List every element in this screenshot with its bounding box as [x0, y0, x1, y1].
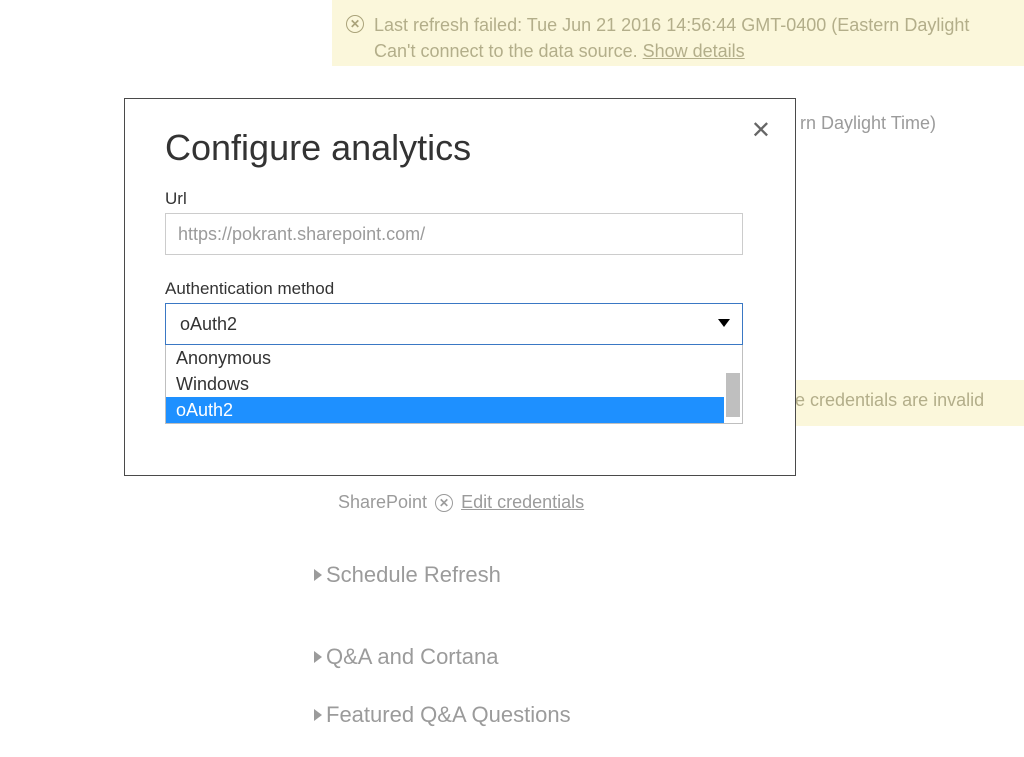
section-qna-cortana[interactable]: Q&A and Cortana — [314, 644, 498, 670]
datasource-error-icon — [435, 494, 453, 512]
error-icon — [346, 15, 364, 33]
auth-method-selected-value: oAuth2 — [180, 314, 237, 335]
caret-right-icon — [314, 569, 322, 581]
auth-option-oauth2[interactable]: oAuth2 — [166, 397, 724, 423]
chevron-down-icon — [718, 319, 730, 327]
section-label: Q&A and Cortana — [326, 644, 498, 670]
auth-method-label: Authentication method — [165, 279, 755, 299]
refresh-error-banner: Last refresh failed: Tue Jun 21 2016 14:… — [332, 0, 1024, 66]
close-icon[interactable]: ✕ — [751, 119, 771, 143]
section-label: Featured Q&A Questions — [326, 702, 571, 728]
section-featured-qna[interactable]: Featured Q&A Questions — [314, 702, 571, 728]
url-label: Url — [165, 189, 755, 209]
show-details-link[interactable]: Show details — [643, 41, 745, 61]
auth-option-windows[interactable]: Windows — [166, 371, 724, 397]
auth-method-select[interactable]: oAuth2 — [165, 303, 743, 345]
section-schedule-refresh[interactable]: Schedule Refresh — [314, 562, 501, 588]
datasource-name: SharePoint — [338, 492, 427, 513]
configure-dialog: ✕ Configure analytics Url Authentication… — [124, 98, 796, 476]
datasource-row-sharepoint: SharePoint Edit credentials — [338, 492, 584, 513]
auth-method-dropdown: Anonymous Windows oAuth2 — [165, 345, 743, 424]
scrollbar-thumb[interactable] — [726, 373, 740, 417]
timezone-fragment: rn Daylight Time) — [800, 113, 936, 134]
caret-right-icon — [314, 709, 322, 721]
url-input[interactable] — [165, 213, 743, 255]
auth-option-anonymous[interactable]: Anonymous — [166, 345, 724, 371]
edit-credentials-link[interactable]: Edit credentials — [461, 492, 584, 513]
error-line2: Can't connect to the data source. — [374, 41, 638, 61]
error-line1: Last refresh failed: Tue Jun 21 2016 14:… — [374, 15, 969, 35]
credentials-invalid-text: the credentials are invalid — [780, 390, 984, 410]
section-label: Schedule Refresh — [326, 562, 501, 588]
caret-right-icon — [314, 651, 322, 663]
dialog-title: Configure analytics — [165, 127, 755, 169]
